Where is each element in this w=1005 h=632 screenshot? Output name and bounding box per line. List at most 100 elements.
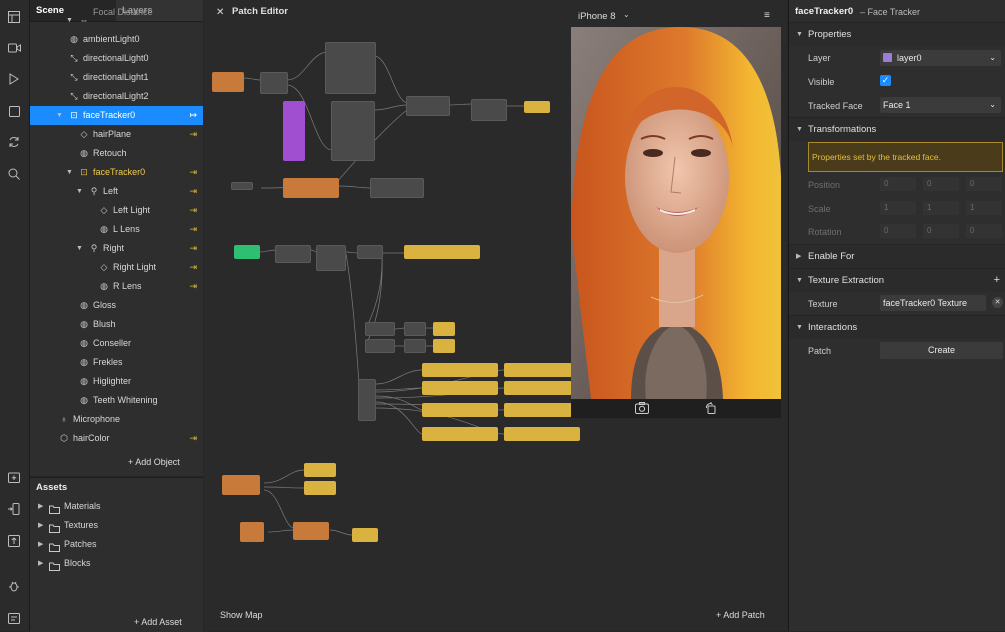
scene-tree-item[interactable]: ⤡ directionalLight1: [30, 68, 203, 87]
link-icon[interactable]: ⇥: [189, 429, 197, 448]
scene-tree-item[interactable]: ◍ Frekles: [30, 353, 203, 372]
scene-tree-item[interactable]: ▼ ⊡ faceTracker0 ↦: [30, 106, 203, 125]
position-z-field[interactable]: 0: [966, 177, 1002, 191]
chevron-down-icon[interactable]: ▼: [66, 163, 74, 182]
patch-node[interactable]: [404, 245, 480, 259]
close-icon[interactable]: ✕: [216, 7, 224, 18]
patch-node[interactable]: [422, 381, 498, 395]
section-texture-extraction[interactable]: ▼ Texture Extraction +: [789, 268, 1005, 292]
scene-tree-item[interactable]: ◍ Retouch: [30, 144, 203, 163]
scene-tree-item[interactable]: ♁ Microphone: [30, 410, 203, 429]
layer-dropdown[interactable]: layer0 ⌄: [880, 50, 1001, 66]
link-icon[interactable]: ⇥: [189, 220, 197, 239]
scene-tree-item[interactable]: ⤡ directionalLight2: [30, 87, 203, 106]
expand-action-icon[interactable]: ↦: [189, 106, 197, 125]
scene-tree-item[interactable]: ◇ hairPlane ⇥: [30, 125, 203, 144]
chevron-down-icon[interactable]: ▼: [76, 182, 84, 201]
patch-node[interactable]: [212, 72, 244, 92]
patch-node[interactable]: [275, 245, 311, 263]
scene-tree-item[interactable]: ◇ Right Light ⇥: [30, 258, 203, 277]
scene-tree-item[interactable]: ⤡ directionalLight0: [30, 49, 203, 68]
chevron-down-icon[interactable]: ▼: [56, 106, 64, 125]
bug-icon[interactable]: [5, 577, 23, 595]
upload-icon[interactable]: [5, 532, 23, 550]
create-patch-button[interactable]: Create: [880, 342, 1003, 359]
stop-icon[interactable]: [5, 102, 23, 120]
patch-node[interactable]: [260, 72, 288, 94]
section-properties[interactable]: ▼ Properties: [789, 22, 1005, 46]
visible-checkbox[interactable]: ✓: [880, 75, 891, 86]
patch-node[interactable]: [234, 245, 260, 259]
patch-node[interactable]: [331, 101, 375, 161]
scene-tree-item[interactable]: ◍ Teeth Whitening: [30, 391, 203, 410]
patch-node[interactable]: [422, 363, 498, 377]
search-icon[interactable]: [5, 165, 23, 183]
rotation-x-field[interactable]: 0: [880, 224, 916, 238]
chevron-right-icon[interactable]: ▶: [38, 516, 43, 535]
patch-node[interactable]: [404, 339, 426, 353]
scale-x-field[interactable]: 1: [880, 201, 916, 215]
link-icon[interactable]: ⇥: [189, 239, 197, 258]
scene-tree-item[interactable]: ◍ Conseller: [30, 334, 203, 353]
link-icon[interactable]: ⇥: [189, 163, 197, 182]
patch-node[interactable]: [433, 339, 455, 353]
tracked-face-dropdown[interactable]: Face 1 ⌄: [880, 97, 1001, 113]
position-x-field[interactable]: 0: [880, 177, 916, 191]
section-interactions[interactable]: ▼ Interactions: [789, 315, 1005, 339]
add-patch-button[interactable]: + Add Patch: [716, 610, 765, 620]
patch-node[interactable]: [365, 322, 395, 336]
patch-node[interactable]: [422, 403, 498, 417]
chevron-down-icon[interactable]: ⌄: [623, 10, 630, 19]
chevron-down-icon[interactable]: ▼: [76, 239, 84, 258]
scale-z-field[interactable]: 1: [966, 201, 1002, 215]
patch-node[interactable]: [293, 522, 329, 540]
rotation-y-field[interactable]: 0: [923, 224, 959, 238]
screenshot-icon[interactable]: [635, 402, 649, 416]
patch-node[interactable]: [283, 178, 339, 198]
patch-node[interactable]: [358, 379, 376, 421]
rotate-icon[interactable]: [705, 402, 717, 416]
patch-node[interactable]: [504, 363, 572, 377]
send-to-device-icon[interactable]: [5, 500, 23, 518]
scene-tree-item[interactable]: ▼ ⊡ faceTracker0 ⇥: [30, 163, 203, 182]
section-enable-for[interactable]: ▶ Enable For: [789, 244, 1005, 268]
link-icon[interactable]: ⇥: [189, 182, 197, 201]
patch-node[interactable]: [316, 245, 346, 271]
chevron-right-icon[interactable]: ▶: [38, 535, 43, 554]
patch-node[interactable]: [404, 322, 426, 336]
patch-node[interactable]: [357, 245, 383, 259]
patch-node[interactable]: [504, 403, 572, 417]
patch-node[interactable]: [240, 522, 264, 542]
link-icon[interactable]: ⇥: [189, 258, 197, 277]
scene-tree-item[interactable]: ⬡ hairColor ⇥: [30, 429, 203, 448]
scene-tree-item[interactable]: ◍ Gloss: [30, 296, 203, 315]
patch-node[interactable]: [370, 178, 424, 198]
refresh-icon[interactable]: [5, 133, 23, 151]
patch-node[interactable]: [504, 381, 572, 395]
add-asset-button[interactable]: + Add Asset: [134, 617, 182, 627]
chevron-down-icon[interactable]: ▼: [66, 11, 74, 30]
scene-tree-item[interactable]: ◍ Higlighter: [30, 372, 203, 391]
layout-icon[interactable]: [5, 8, 23, 26]
scene-tree-item[interactable]: ▼ ⇔ Focal Distance: [30, 7, 203, 30]
scene-tree-item[interactable]: ◍ Blush: [30, 315, 203, 334]
scene-tree-item[interactable]: ◍ ambientLight0: [30, 30, 203, 49]
asset-folder-item[interactable]: ▶ Materials: [30, 497, 203, 516]
texture-field[interactable]: faceTracker0 Texture: [880, 295, 986, 311]
scene-tree-item[interactable]: ◍ R Lens ⇥: [30, 277, 203, 296]
patch-node[interactable]: [471, 99, 507, 121]
patch-node[interactable]: [325, 42, 376, 94]
link-icon[interactable]: ⇥: [189, 201, 197, 220]
asset-folder-item[interactable]: ▶ Textures: [30, 516, 203, 535]
patch-node[interactable]: [304, 481, 336, 495]
patch-node[interactable]: [406, 96, 450, 116]
import-icon[interactable]: [5, 468, 23, 486]
patch-node[interactable]: [304, 463, 336, 477]
patch-node[interactable]: [422, 427, 498, 441]
patch-node[interactable]: [352, 528, 378, 542]
position-y-field[interactable]: 0: [923, 177, 959, 191]
patch-node[interactable]: [433, 322, 455, 336]
show-map-button[interactable]: Show Map: [220, 610, 263, 620]
rotation-z-field[interactable]: 0: [966, 224, 1002, 238]
scene-tree-item[interactable]: ◍ L Lens ⇥: [30, 220, 203, 239]
